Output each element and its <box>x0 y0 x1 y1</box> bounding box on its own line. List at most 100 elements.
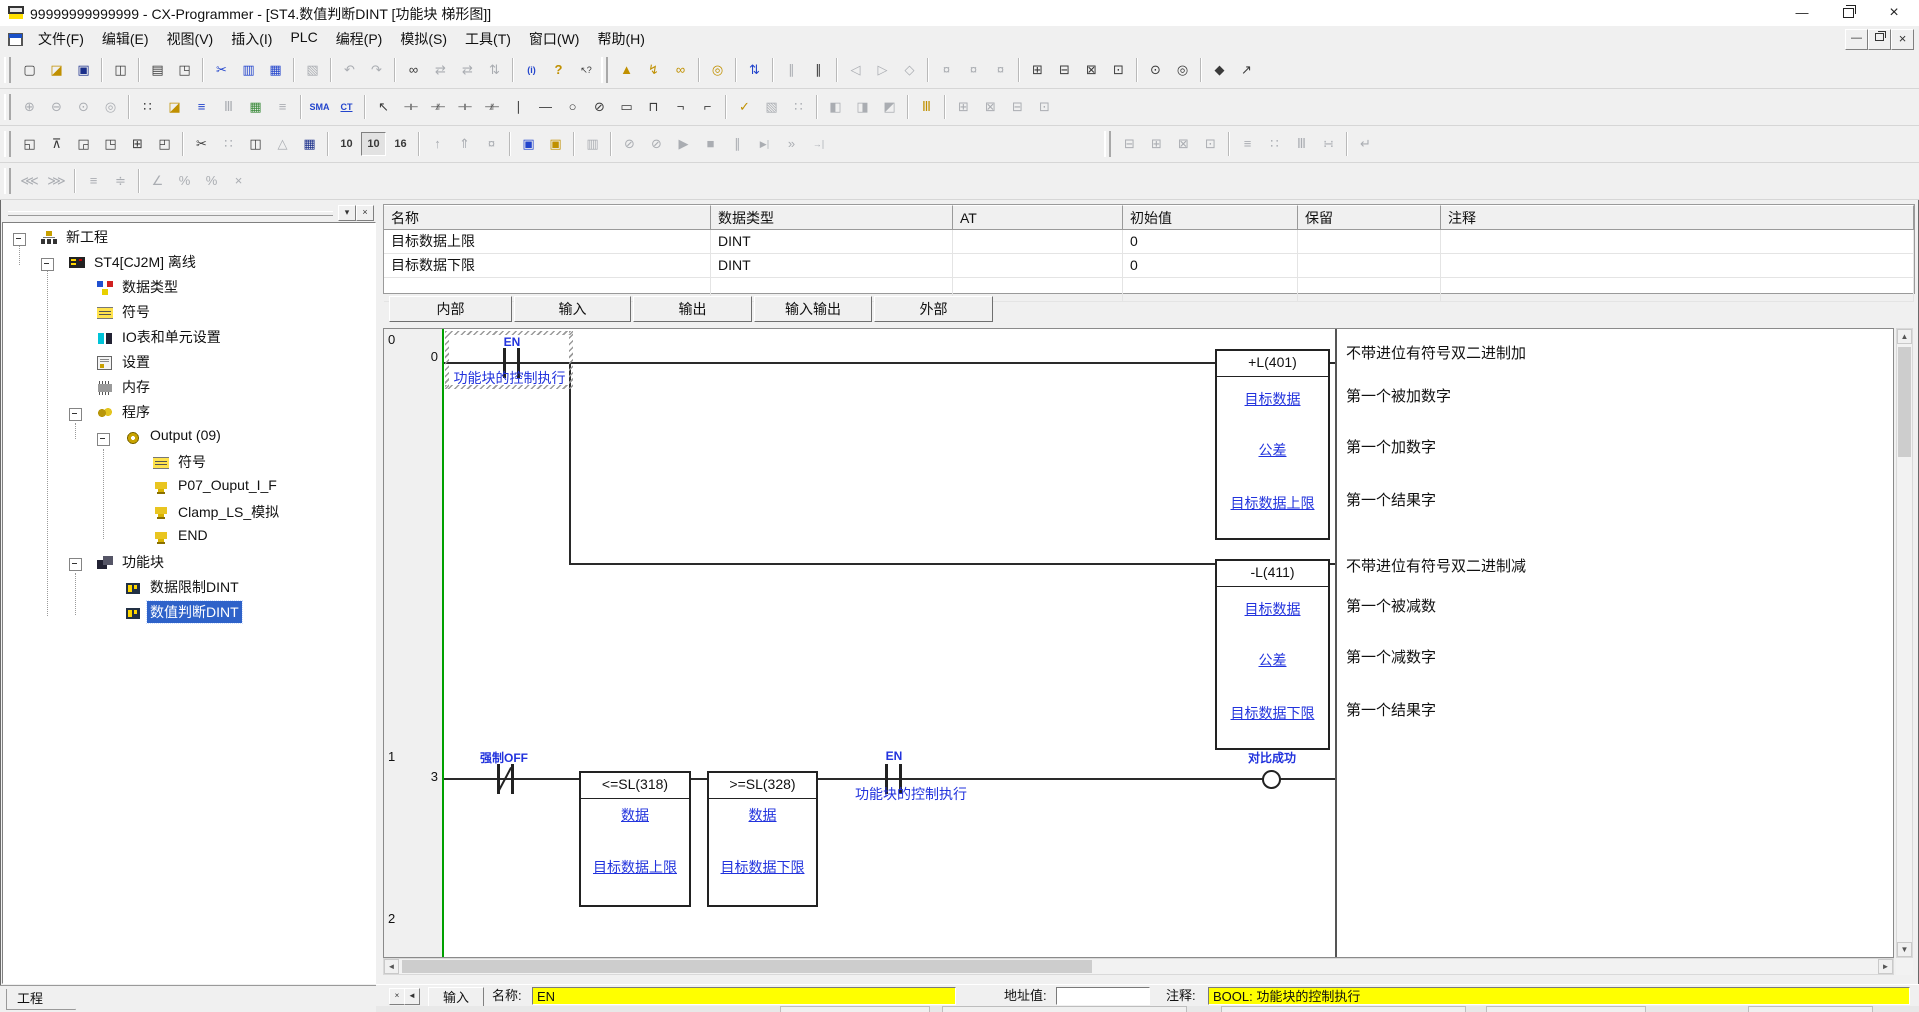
fb-align-top-icon[interactable]: ⊡ <box>1198 132 1223 156</box>
operand[interactable]: 公差 <box>1217 440 1328 460</box>
watch-window-icon[interactable]: ◧ <box>823 95 848 119</box>
toolbar-grip[interactable] <box>4 57 11 83</box>
info-icon[interactable]: (i) <box>519 58 544 82</box>
cross-reference-icon[interactable]: ⊠ <box>978 95 1003 119</box>
online-edit-send-icon[interactable]: ▧ <box>759 95 784 119</box>
step-run-icon[interactable]: ▶∣ <box>752 132 777 156</box>
tree-collapse-box[interactable] <box>69 408 82 421</box>
operand[interactable]: 目标数据上限 <box>1217 493 1328 513</box>
align-list-icon[interactable]: ≡ <box>81 169 106 193</box>
new-instruction-icon[interactable]: ▭ <box>614 95 639 119</box>
new-inverted-instruction-icon[interactable]: ¬ <box>668 95 693 119</box>
monitor-in-rung-icon[interactable]: Ⅲ <box>216 95 241 119</box>
run-mode-icon[interactable]: ⊡ <box>1106 58 1131 82</box>
operand[interactable]: 数据 <box>581 805 689 825</box>
column-header-0[interactable]: 名称 <box>384 205 711 230</box>
monitor-data-icon[interactable]: ▣ <box>543 132 568 156</box>
operand[interactable]: 目标数据下限 <box>1217 703 1328 723</box>
tree-item-9[interactable]: 符号 <box>175 451 209 473</box>
debug-mode-icon[interactable]: ⊟ <box>1052 58 1077 82</box>
menu-plc[interactable]: PLC <box>281 26 326 52</box>
toolbar-grip[interactable] <box>1104 131 1111 157</box>
show-io-comments-icon[interactable]: ▦ <box>243 95 268 119</box>
save-project-icon[interactable]: ▣ <box>71 58 96 82</box>
find-replace-icon[interactable]: ⇄ <box>428 58 453 82</box>
address-grid-icon[interactable]: ∷ <box>786 95 811 119</box>
tree-collapse-box[interactable] <box>41 258 54 271</box>
display-signed-decimal-icon[interactable]: 10 <box>361 132 386 156</box>
new-closed-coil-icon[interactable]: ⊘ <box>587 95 612 119</box>
fb-instance-view-icon[interactable]: △ <box>270 132 295 156</box>
partial-download-icon[interactable]: ¤ <box>934 58 959 82</box>
menu-h[interactable]: 帮助(H) <box>588 26 653 52</box>
tree-item-3[interactable]: 符号 <box>119 301 153 323</box>
io-table-window-icon[interactable]: ▦ <box>297 132 322 156</box>
pause-icon[interactable]: ∥ <box>725 132 750 156</box>
menu-t[interactable]: 工具(T) <box>456 26 520 52</box>
comment-field[interactable]: BOOL: 功能块的控制执行 <box>1208 987 1910 1005</box>
wrap-rung-icon[interactable]: ≡ <box>270 95 295 119</box>
toolbar-grip[interactable] <box>4 131 11 157</box>
new-or-contact-icon[interactable]: ⊣⊢ <box>452 95 477 119</box>
vscroll-thumb[interactable] <box>1898 347 1911 457</box>
properties-icon[interactable]: ◰ <box>152 132 177 156</box>
column-header-5[interactable]: 注释 <box>1441 205 1914 230</box>
name-field[interactable]: EN <box>532 987 956 1005</box>
indent-decrease-icon[interactable]: ⋘ <box>17 169 42 193</box>
ladder-editor-icon[interactable]: ◫ <box>243 132 268 156</box>
tree-collapse-box[interactable] <box>97 433 110 446</box>
tree-item-0[interactable]: 新工程 <box>63 226 111 248</box>
toolbar-grip[interactable] <box>4 168 11 194</box>
fb-align-center-icon[interactable]: ⊞ <box>1144 132 1169 156</box>
find-report-icon[interactable]: ∞ <box>668 58 693 82</box>
symbols-editor-icon[interactable]: ✂ <box>189 132 214 156</box>
watch-window-2-icon[interactable]: ◨ <box>850 95 875 119</box>
var-tab-2[interactable]: 输出 <box>633 296 752 322</box>
paste-icon[interactable]: ▦ <box>263 58 288 82</box>
scroll-right-icon[interactable]: ► <box>1878 959 1893 974</box>
zoom-to-fit-icon[interactable]: ⊙ <box>71 95 96 119</box>
paste-special-icon[interactable]: ▧ <box>300 58 325 82</box>
table-row[interactable]: 目标数据下限DINT0 <box>384 254 1914 278</box>
tree-item-1[interactable]: ST4[CJ2M] 离线 <box>91 251 199 273</box>
table-cell[interactable] <box>1298 254 1441 278</box>
column-header-2[interactable]: AT <box>953 205 1123 230</box>
work-online-icon[interactable]: ⇅ <box>742 58 767 82</box>
tree-item-2[interactable]: 数据类型 <box>119 276 181 298</box>
download-to-plc-icon[interactable]: ◁ <box>843 58 868 82</box>
new-vertical-line-icon[interactable]: ∣ <box>506 95 531 119</box>
new-function-block-icon[interactable]: ⊓ <box>641 95 666 119</box>
fb-distribute-4-icon[interactable]: ∺ <box>1316 132 1341 156</box>
new-closed-contact-icon[interactable]: ⊣∕⊢ <box>425 95 450 119</box>
upload-from-plc-icon[interactable]: ▷ <box>870 58 895 82</box>
force-on-icon[interactable]: ⊘ <box>617 132 642 156</box>
tree-item-14[interactable]: 数据限制DINT <box>147 576 242 598</box>
new-coil-icon[interactable]: ○ <box>560 95 585 119</box>
open-project-icon[interactable]: ◪ <box>44 58 69 82</box>
pause-trigger-icon[interactable]: ∥ <box>806 58 831 82</box>
force-cancel-icon[interactable]: ¤ <box>479 132 504 156</box>
fb-distribute-3-icon[interactable]: Ⅲ <box>1289 132 1314 156</box>
fb-distribute-2-icon[interactable]: ∷ <box>1262 132 1287 156</box>
find-icon[interactable]: ∞ <box>401 58 426 82</box>
table-cell[interactable]: 目标数据上限 <box>384 230 711 254</box>
indent-increase-icon[interactable]: ⋙ <box>44 169 69 193</box>
online-monitor-icon[interactable]: ◎ <box>705 58 730 82</box>
user-management-icon[interactable]: ◆ <box>1207 58 1232 82</box>
copy-icon[interactable]: ▥ <box>236 58 261 82</box>
table-cell[interactable]: 目标数据下限 <box>384 254 711 278</box>
column-header-4[interactable]: 保留 <box>1298 205 1441 230</box>
compare-block-upper[interactable]: <=SL(318) 数据 目标数据上限 <box>579 771 691 907</box>
copy-monitor-icon[interactable]: ▥ <box>580 132 605 156</box>
new-horizontal-line-icon[interactable]: — <box>533 95 558 119</box>
check-options-icon[interactable]: ⊡ <box>1032 95 1057 119</box>
operand[interactable]: 目标数据上限 <box>581 857 689 877</box>
context-help-icon[interactable]: ↖? <box>573 58 598 82</box>
tree-item-12[interactable]: END <box>175 526 211 544</box>
select-tool-icon[interactable]: ↖ <box>371 95 396 119</box>
restore-button[interactable] <box>1825 0 1871 26</box>
project-tab[interactable]: 工程 <box>6 989 76 1010</box>
ladder-editor[interactable]: 0 0 EN 功能块的控制执行 +L(401) 目标数据 公差 目标数据上限 不… <box>383 328 1894 958</box>
tree-item-8[interactable]: Output (09) <box>147 426 224 444</box>
toolbar-grip[interactable] <box>601 57 608 83</box>
